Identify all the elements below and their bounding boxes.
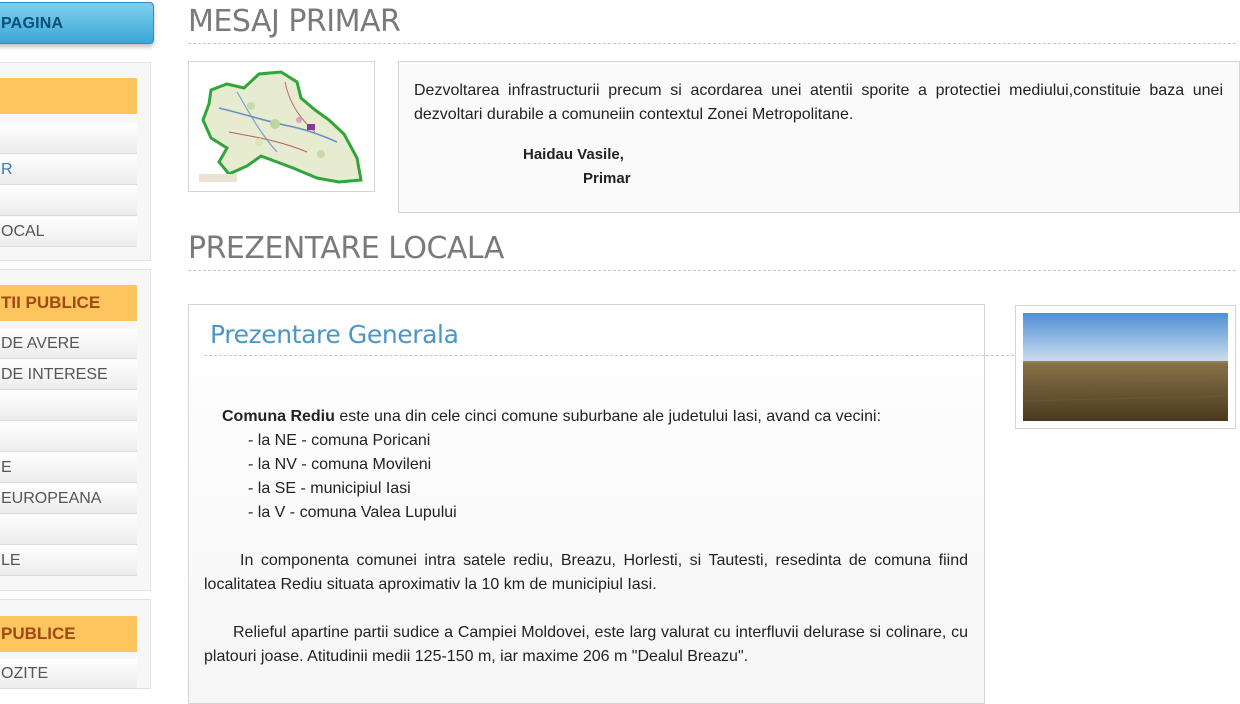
neighbor-item: - la NV - comuna Movileni	[248, 456, 432, 473]
sidebar-panel-2: TII PUBLICE DE AVERE DE INTERESE E EUROP…	[0, 269, 151, 591]
home-page-label: PAGINA	[1, 15, 64, 32]
prezentare-locala-heading: PREZENTARE LOCALA	[188, 231, 1236, 271]
villages-text: In componenta comunei intra satele rediu…	[204, 552, 968, 593]
sidebar-item[interactable]: R	[0, 154, 137, 185]
sidebar-item[interactable]: OCAL	[0, 216, 137, 247]
neighbor-item: - la NE - comuna Poricani	[248, 432, 431, 449]
sidebar-item[interactable]: LE	[0, 545, 137, 576]
commune-name: Comuna Rediu	[222, 408, 335, 425]
intro-text: este una din cele cinci comune suburbane…	[334, 408, 882, 425]
mayor-name: Haidau Vasile,	[523, 146, 624, 163]
sidebar-panel-2-header: TII PUBLICE	[0, 285, 137, 321]
field-landscape-image	[1022, 313, 1229, 421]
sidebar-item[interactable]	[0, 390, 137, 421]
sidebar-panel-3: PUBLICE OZITE	[0, 599, 151, 689]
mayor-message-box: Dezvoltarea infrastructurii precum si ac…	[398, 61, 1240, 213]
sidebar-panel-1: R OCAL	[0, 62, 151, 261]
sidebar-item[interactable]: DE AVERE	[0, 328, 137, 359]
home-page-button[interactable]: PAGINA	[0, 2, 154, 44]
sidebar-item[interactable]	[0, 514, 137, 545]
sidebar-item[interactable]: EUROPEANA	[0, 483, 137, 514]
subtitle-divider	[204, 355, 1014, 356]
sidebar-item[interactable]: DE INTERESE	[0, 359, 137, 390]
sidebar-item[interactable]: OZITE	[0, 658, 137, 689]
sidebar-item[interactable]	[0, 185, 137, 216]
neighbor-item: - la SE - municipiul Iasi	[248, 480, 411, 497]
intro-paragraph: Comuna Rediu este una din cele cinci com…	[222, 405, 972, 429]
sidebar-item[interactable]	[0, 421, 137, 452]
presentation-subtitle: Prezentare Generala	[210, 320, 459, 349]
sidebar-item[interactable]	[0, 123, 137, 154]
mesaj-primar-heading: MESAJ PRIMAR	[188, 4, 1236, 44]
relief-text: Relieful apartine partii sudice a Campie…	[204, 624, 968, 665]
sidebar-panel-1-header	[0, 78, 137, 114]
neighbor-item: - la V - comuna Valea Lupului	[248, 504, 457, 521]
sidebar-item[interactable]: E	[0, 452, 137, 483]
relief-paragraph: Relieful apartine partii sudice a Campie…	[204, 621, 968, 669]
county-map-image	[188, 61, 375, 192]
landscape-photo	[1015, 305, 1236, 429]
map-illustration	[199, 70, 363, 184]
mayor-role: Primar	[583, 170, 631, 187]
mayor-message-text: Dezvoltarea infrastructurii precum si ac…	[414, 82, 1223, 123]
villages-paragraph: In componenta comunei intra satele rediu…	[204, 549, 968, 597]
sidebar-panel-3-header: PUBLICE	[0, 616, 137, 652]
